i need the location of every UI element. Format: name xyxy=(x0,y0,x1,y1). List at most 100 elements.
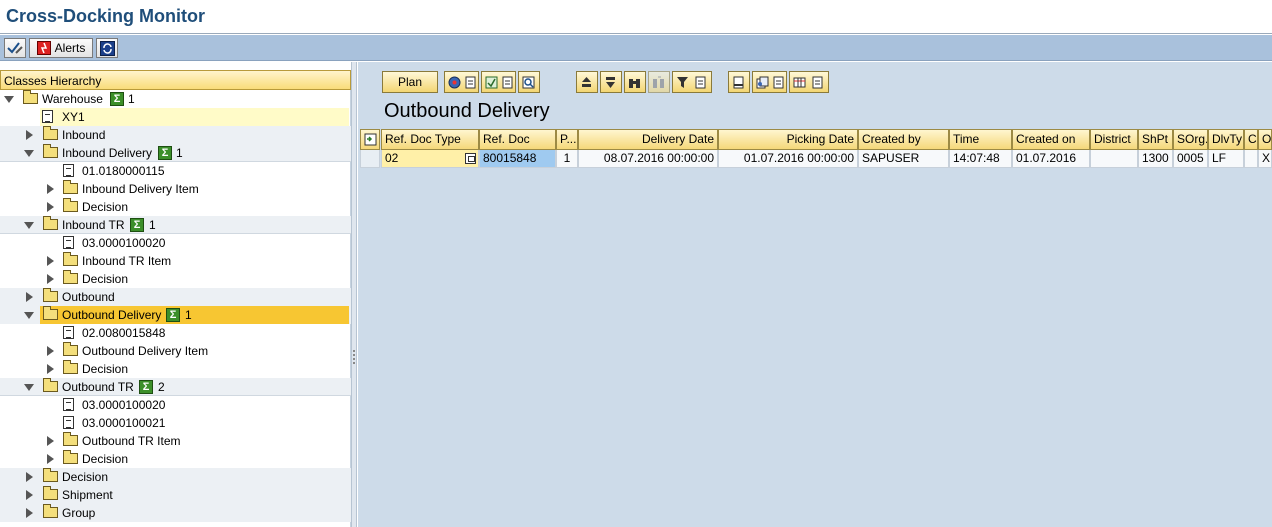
tree-node-decision[interactable]: Decision xyxy=(0,270,351,288)
tree-node-inbound-tr[interactable]: Inbound TR Σ 1 xyxy=(0,216,351,234)
table-cell[interactable]: 1 xyxy=(556,150,578,168)
refresh-button[interactable] xyxy=(96,38,118,58)
tree-node-outbound-delivery-item[interactable]: Outbound Delivery Item xyxy=(0,342,351,360)
expand-toggle-icon[interactable] xyxy=(24,222,34,229)
export-button[interactable] xyxy=(481,71,516,93)
column-header[interactable]: SOrg. xyxy=(1173,129,1208,150)
tree-node-xy1[interactable]: XY1 xyxy=(0,108,351,126)
folder-icon xyxy=(63,198,78,212)
tree-node-inbound-delivery[interactable]: Inbound Delivery Σ 1 xyxy=(0,144,351,162)
folder-icon xyxy=(43,126,58,140)
column-header[interactable]: Ref. Doc Type xyxy=(381,129,479,150)
expand-toggle-icon[interactable] xyxy=(24,384,34,391)
table-cell[interactable] xyxy=(1090,150,1138,168)
tree-node-decision[interactable]: Decision xyxy=(0,198,351,216)
table-cell[interactable]: X xyxy=(1258,150,1272,168)
expand-toggle-icon[interactable] xyxy=(26,508,33,518)
tree-node-decision[interactable]: Decision xyxy=(0,360,351,378)
splitter-grip[interactable] xyxy=(353,350,355,364)
tree-node-outbound[interactable]: Outbound xyxy=(0,288,351,306)
column-header[interactable]: Picking Date xyxy=(718,129,858,150)
column-header[interactable]: O xyxy=(1258,129,1272,150)
expand-toggle-icon[interactable] xyxy=(24,150,34,157)
row-selector[interactable] xyxy=(360,150,380,168)
tree-node-decision[interactable]: Decision xyxy=(0,450,351,468)
print-button[interactable] xyxy=(728,71,750,93)
sort-ascending-button[interactable] xyxy=(576,71,598,93)
dropdown-icon xyxy=(465,76,476,89)
expand-toggle-icon[interactable] xyxy=(47,256,54,266)
tree-node-group[interactable]: Group xyxy=(0,504,351,522)
title-bar: Cross-Docking Monitor xyxy=(0,0,1272,34)
tree-node-doc[interactable]: 03.0000100021 xyxy=(0,414,351,432)
sort-descending-button[interactable] xyxy=(600,71,622,93)
select-all-button[interactable] xyxy=(360,129,380,150)
column-header[interactable]: Delivery Date xyxy=(578,129,718,150)
column-header[interactable]: Created on xyxy=(1012,129,1090,150)
table-cell[interactable]: 14:07:48 xyxy=(949,150,1012,168)
column-header[interactable]: C xyxy=(1244,129,1258,150)
folder-icon xyxy=(23,90,38,104)
ref-doc-type-cell[interactable]: 02 xyxy=(381,150,479,168)
filter-button[interactable] xyxy=(672,71,712,93)
expand-toggle-icon[interactable] xyxy=(47,436,54,446)
tree-node-doc[interactable]: 03.0000100020 xyxy=(0,396,351,414)
find-next-button[interactable] xyxy=(648,71,670,93)
table-cell[interactable]: 0005 xyxy=(1173,150,1208,168)
expand-toggle-icon[interactable] xyxy=(26,472,33,482)
expand-toggle-icon[interactable] xyxy=(4,96,14,103)
cell-value: 02 xyxy=(385,151,399,165)
value-help-icon[interactable] xyxy=(465,153,476,164)
column-header[interactable]: P... xyxy=(556,129,578,150)
views-button[interactable] xyxy=(752,71,787,93)
expand-toggle-icon[interactable] xyxy=(26,130,33,140)
column-header[interactable]: Created by xyxy=(858,129,949,150)
expand-toggle-icon[interactable] xyxy=(26,292,33,302)
table-cell[interactable]: SAPUSER xyxy=(858,150,949,168)
table-cell[interactable]: 08.07.2016 00:00:00 xyxy=(578,150,718,168)
column-header[interactable]: ShPt xyxy=(1138,129,1173,150)
column-header[interactable]: Ref. Doc xyxy=(479,129,556,150)
tree-header-label: Classes Hierarchy xyxy=(4,74,102,88)
tree-node-outbound-tr[interactable]: Outbound TR Σ 2 xyxy=(0,378,351,396)
folder-icon xyxy=(63,450,78,464)
tree-node-inbound-delivery-item[interactable]: Inbound Delivery Item xyxy=(0,180,351,198)
expand-toggle-icon[interactable] xyxy=(47,202,54,212)
tree-node-inbound[interactable]: Inbound xyxy=(0,126,351,144)
table-cell[interactable]: LF xyxy=(1208,150,1244,168)
expand-toggle-icon[interactable] xyxy=(26,490,33,500)
table-cell[interactable]: 01.07.2016 00:00:00 xyxy=(718,150,858,168)
table-cell[interactable]: 01.07.2016 xyxy=(1012,150,1090,168)
find-button[interactable] xyxy=(624,71,646,93)
expand-toggle-icon[interactable] xyxy=(47,184,54,194)
expand-toggle-icon[interactable] xyxy=(47,274,54,284)
pane-splitter[interactable] xyxy=(351,62,357,527)
refresh-icon xyxy=(99,40,115,56)
check-button[interactable] xyxy=(4,38,26,58)
details-button[interactable] xyxy=(444,71,479,93)
column-header[interactable]: DlvTy xyxy=(1208,129,1244,150)
print-preview-button[interactable] xyxy=(518,71,540,93)
tree-node-shipment[interactable]: Shipment xyxy=(0,486,351,504)
layout-button[interactable] xyxy=(789,71,829,93)
tree-node-doc[interactable]: 03.0000100020 xyxy=(0,234,351,252)
expand-toggle-icon[interactable] xyxy=(47,454,54,464)
table-cell[interactable] xyxy=(1244,150,1258,168)
folder-icon xyxy=(63,252,78,266)
column-header[interactable]: Time xyxy=(949,129,1012,150)
tree-node-decision[interactable]: Decision xyxy=(0,468,351,486)
table-cell[interactable]: 1300 xyxy=(1138,150,1173,168)
ref-doc-cell[interactable]: 80015848 xyxy=(479,150,556,168)
tree-node-outbound-delivery[interactable]: Outbound Delivery Σ 1 xyxy=(0,306,351,324)
tree-node-doc[interactable]: 02.0080015848 xyxy=(0,324,351,342)
expand-toggle-icon[interactable] xyxy=(24,312,34,319)
tree-node-warehouse[interactable]: Warehouse Σ 1 xyxy=(0,90,351,108)
alerts-button[interactable]: Alerts xyxy=(29,38,93,58)
column-header[interactable]: District xyxy=(1090,129,1138,150)
expand-toggle-icon[interactable] xyxy=(47,364,54,374)
tree-node-outbound-tr-item[interactable]: Outbound TR Item xyxy=(0,432,351,450)
expand-toggle-icon[interactable] xyxy=(47,346,54,356)
tree-node-inbound-tr-item[interactable]: Inbound TR Item xyxy=(0,252,351,270)
plan-button[interactable]: Plan xyxy=(382,71,438,93)
tree-node-doc[interactable]: 01.0180000115 xyxy=(0,162,351,180)
